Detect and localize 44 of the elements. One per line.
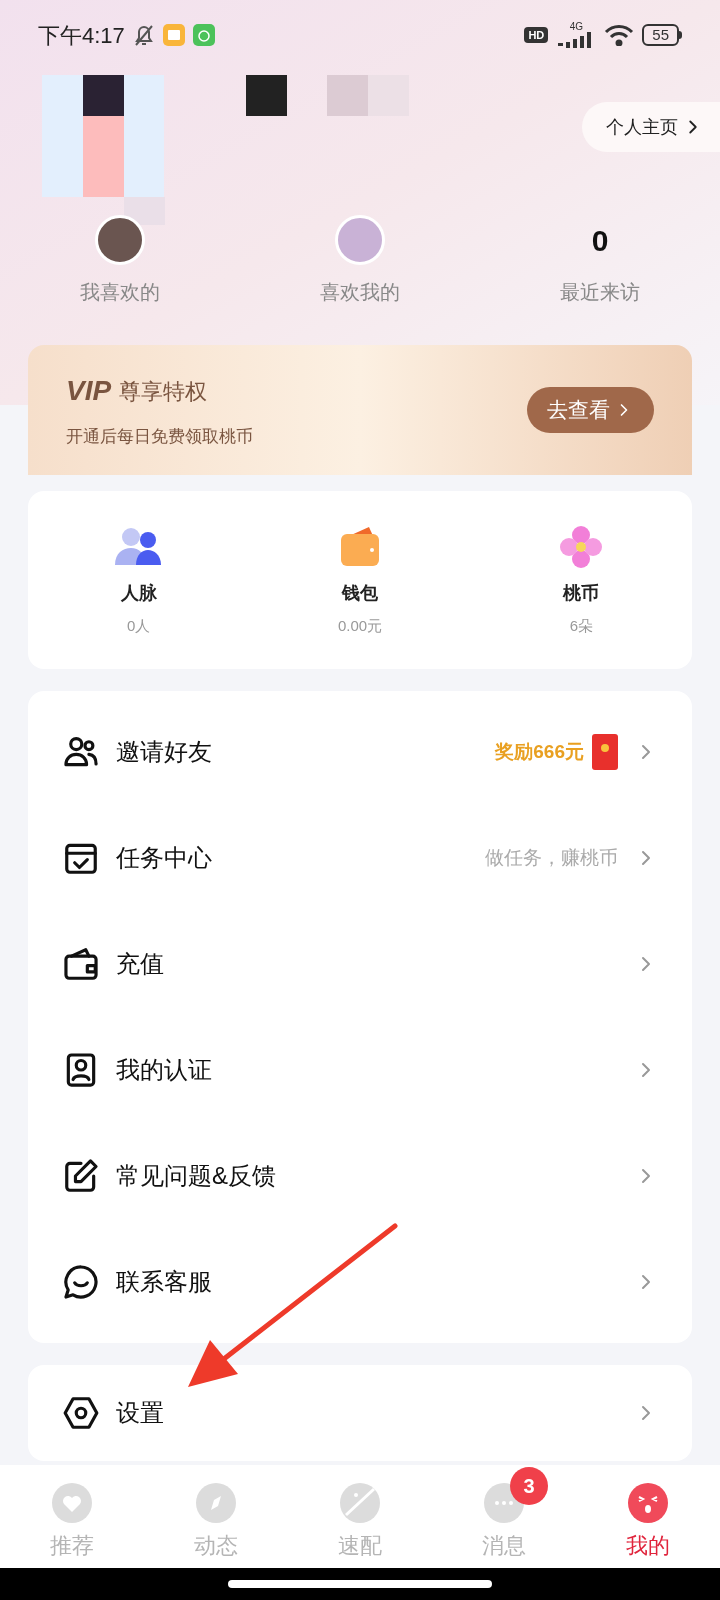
asset-value: 0.00元: [337, 616, 383, 637]
reward-text: 奖励666元: [495, 739, 584, 764]
flower-icon: [558, 524, 605, 571]
asset-value: 0人: [127, 616, 151, 637]
envelope-icon: [592, 734, 618, 770]
planet-icon: [338, 1481, 382, 1525]
app-icon: [192, 24, 215, 46]
menu-item[interactable]: 我的认证: [28, 1017, 692, 1123]
asset-value: 6朵: [569, 616, 593, 637]
menu-item[interactable]: 充值: [28, 911, 692, 1017]
menu-item[interactable]: 任务中心 做任务，赚桃币: [28, 805, 692, 911]
vip-logo: VIP: [66, 374, 112, 409]
app-icon: [162, 24, 185, 46]
avatar[interactable]: [95, 215, 145, 265]
vip-title: 尊享特权: [119, 377, 208, 406]
status-time: 下午4:17: [38, 21, 125, 50]
network-label: 4G: [569, 22, 583, 32]
vip-subtitle: 开通后每日免费领取桃币: [66, 426, 253, 449]
compass-icon: [194, 1481, 238, 1525]
visitor-count: 0: [591, 222, 609, 259]
menu-item[interactable]: 邀请好友 奖励666元: [28, 699, 692, 805]
chat-smile-icon: [62, 1263, 100, 1301]
bell-off-icon: [132, 23, 155, 47]
tab[interactable]: 消息 3: [432, 1467, 576, 1562]
unread-badge: 3: [510, 1467, 548, 1505]
home-indicator[interactable]: [228, 1580, 492, 1588]
hd-icon: HD: [524, 26, 549, 44]
asset-label[interactable]: 钱包: [342, 580, 378, 608]
hint-text: 做任务，赚桃币: [485, 845, 618, 870]
tab[interactable]: 我的: [576, 1467, 720, 1562]
settings-item[interactable]: 设置: [28, 1365, 692, 1461]
wallet-icon: [62, 945, 100, 983]
view-button[interactable]: 去查看: [527, 387, 654, 433]
face-icon: [626, 1481, 670, 1525]
vip-banner[interactable]: VIP 尊享特权 开通后每日免费领取桃币 去查看: [28, 345, 692, 475]
battery-icon: 55: [642, 24, 682, 46]
edit-icon: [62, 1157, 100, 1195]
menu-item[interactable]: 联系客服: [28, 1229, 692, 1335]
wifi-icon: [604, 24, 635, 46]
asset-label[interactable]: 桃币: [563, 580, 600, 608]
asset-label[interactable]: 人脉: [120, 580, 157, 608]
profile-button[interactable]: 个人主页: [582, 102, 720, 152]
settings-icon: [62, 1394, 100, 1432]
menu-item[interactable]: 常见问题&反馈: [28, 1123, 692, 1229]
